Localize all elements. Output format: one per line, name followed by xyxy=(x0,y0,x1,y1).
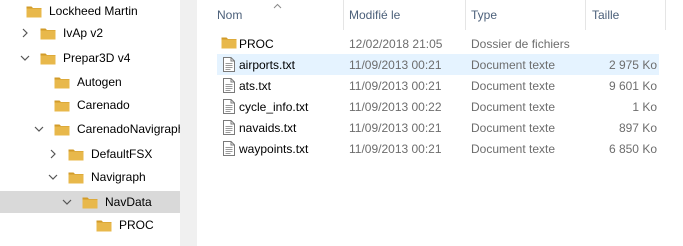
file-modified-date: 12/02/2018 21:05 xyxy=(349,36,443,51)
sort-ascending-icon xyxy=(273,1,282,11)
nav-item-label: PROC xyxy=(119,218,154,232)
nav-item[interactable]: Navigraph xyxy=(0,166,180,188)
navigation-scrollbar[interactable] xyxy=(180,0,197,246)
navigation-pane: Lockheed Martin IvAp v2 Prepar3D v4 Autogen… xyxy=(0,0,180,246)
column-header-name[interactable]: Nom xyxy=(217,0,242,30)
folder-icon xyxy=(26,5,49,18)
file-type: Document texte xyxy=(471,99,556,114)
folder-icon xyxy=(54,99,77,112)
file-name: navaids.txt xyxy=(239,120,297,135)
nav-item-label: CarenadoNavigraph xyxy=(77,122,180,136)
file-modified-date: 11/09/2013 00:21 xyxy=(349,120,442,135)
file-modified-date: 11/09/2013 00:21 xyxy=(349,141,442,156)
chevron-down-icon[interactable] xyxy=(18,47,32,69)
nav-item[interactable]: Prepar3D v4 xyxy=(0,47,180,69)
column-header-type-label: Type xyxy=(471,8,498,22)
nav-item-label: DefaultFSX xyxy=(91,147,153,161)
file-name: ats.txt xyxy=(239,78,272,93)
file-modified-date: 11/09/2013 00:21 xyxy=(349,57,442,72)
chevron-down-icon[interactable] xyxy=(60,191,74,213)
file-type: Document texte xyxy=(471,141,556,156)
folder-icon xyxy=(68,148,91,161)
nav-item-label: Navigraph xyxy=(91,170,146,184)
nav-item-label: Autogen xyxy=(77,75,122,89)
nav-item[interactable]: NavData xyxy=(0,191,180,213)
file-row[interactable]: PROC 12/02/2018 21:05 Dossier de fichiers xyxy=(217,33,659,54)
file-size: 6 850 Ko xyxy=(608,141,657,156)
nav-item[interactable]: IvAp v2 xyxy=(0,22,180,44)
file-modified-date: 11/09/2013 00:22 xyxy=(349,99,442,114)
column-header-size-label: Taille xyxy=(592,8,620,22)
text-file-icon xyxy=(223,57,235,72)
column-header-modified[interactable]: Modifié le xyxy=(349,0,400,30)
file-row[interactable]: navaids.txt 11/09/2013 00:21 Document text… xyxy=(217,117,659,138)
column-header-modified-label: Modifié le xyxy=(349,8,401,22)
nav-item[interactable]: Autogen xyxy=(0,71,180,93)
file-size: 2 975 Ko xyxy=(608,57,657,72)
nav-item-label: IvAp v2 xyxy=(63,26,104,40)
file-type: Document texte xyxy=(471,120,556,135)
folder-icon xyxy=(68,171,91,184)
column-separator[interactable] xyxy=(343,0,344,30)
folder-icon xyxy=(54,123,77,136)
column-separator[interactable] xyxy=(665,0,666,30)
file-name: PROC xyxy=(239,36,274,51)
chevron-right-icon[interactable] xyxy=(18,22,32,44)
file-type: Document texte xyxy=(471,57,556,72)
text-file-icon xyxy=(223,120,235,135)
chevron-down-icon[interactable] xyxy=(46,166,60,188)
nav-item[interactable]: CarenadoNavigraph xyxy=(0,118,180,140)
chevron-right-icon[interactable] xyxy=(46,143,60,165)
file-name: waypoints.txt xyxy=(239,141,309,156)
folder-icon xyxy=(40,52,63,65)
chevron-down-icon[interactable] xyxy=(32,118,46,140)
column-header-name-label: Nom xyxy=(217,8,243,22)
text-file-icon xyxy=(223,141,235,156)
column-header-size[interactable]: Taille xyxy=(592,0,619,30)
file-row[interactable]: waypoints.txt 11/09/2013 00:21 Document te… xyxy=(217,138,659,159)
nav-item[interactable]: Lockheed Martin xyxy=(0,0,180,22)
file-size: 1 Ko xyxy=(632,99,657,114)
column-separator[interactable] xyxy=(465,0,466,30)
file-name: airports.txt xyxy=(239,57,296,72)
folder-icon xyxy=(96,219,119,232)
file-type: Document texte xyxy=(471,78,556,93)
file-row[interactable]: ats.txt 11/09/2013 00:21 Document texte 9 6… xyxy=(217,75,659,96)
folder-icon xyxy=(40,27,63,40)
file-size xyxy=(592,33,657,54)
file-size: 9 601 Ko xyxy=(608,78,657,93)
file-modified-date: 11/09/2013 00:21 xyxy=(349,78,442,93)
folder-icon xyxy=(82,196,105,209)
column-header-type[interactable]: Type xyxy=(471,0,497,30)
file-name: cycle_info.txt xyxy=(239,99,309,114)
text-file-icon xyxy=(223,99,235,114)
nav-item-label: Carenado xyxy=(77,98,130,112)
nav-item[interactable]: DefaultFSX xyxy=(0,143,180,165)
details-pane: Nom Modifié le Type Taille PROC 12/02/201… xyxy=(197,0,683,246)
folder-icon xyxy=(54,76,77,89)
column-separator[interactable] xyxy=(585,0,586,30)
file-row[interactable]: airports.txt 11/09/2013 00:21 Document tex… xyxy=(217,54,659,75)
file-type: Dossier de fichiers xyxy=(471,36,570,51)
nav-item[interactable]: Carenado xyxy=(0,94,180,116)
nav-item-label: NavData xyxy=(105,195,152,209)
nav-item-label: Prepar3D v4 xyxy=(63,51,131,65)
file-row[interactable]: cycle_info.txt 11/09/2013 00:22 Document t… xyxy=(217,96,659,117)
file-size: 897 Ko xyxy=(618,120,657,135)
nav-item-label: Lockheed Martin xyxy=(49,4,138,18)
text-file-icon xyxy=(223,78,235,93)
nav-item[interactable]: PROC xyxy=(0,214,180,236)
